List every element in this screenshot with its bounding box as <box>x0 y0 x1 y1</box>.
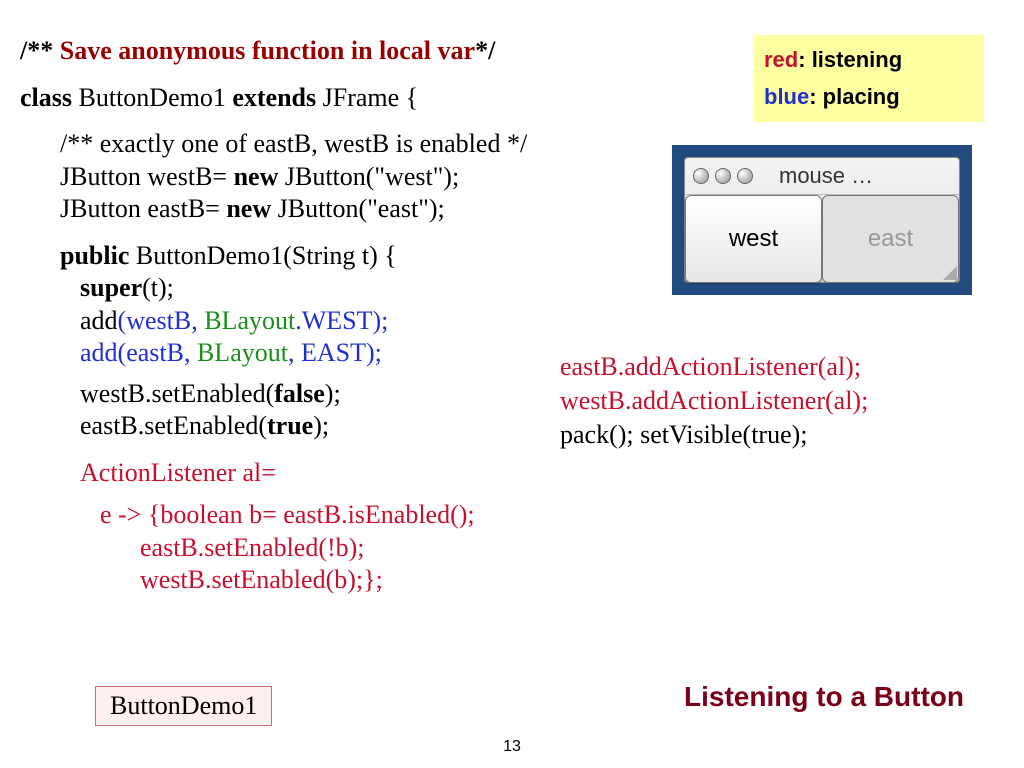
code-green: BLayout <box>204 306 295 335</box>
code-text: JButton westB= <box>60 162 234 191</box>
code-green: BLayout <box>197 338 288 367</box>
code-line: /** exactly one of eastB, westB is enabl… <box>60 128 1004 161</box>
title-pre: /** <box>20 36 60 65</box>
code-line: eastB.setEnabled(!b); <box>140 532 1004 565</box>
code-line: eastB.addActionListener(al); <box>560 350 868 384</box>
code-text: JFrame { <box>316 83 418 112</box>
kw-true: true <box>267 411 313 440</box>
code-text: JButton("east"); <box>271 194 445 223</box>
legend-red-val: : listening <box>798 47 902 72</box>
kw-extends: extends <box>232 83 316 112</box>
code-text: (t); <box>142 273 174 302</box>
code-line: pack(); setVisible(true); <box>560 418 868 452</box>
code-text: eastB.setEnabled( <box>80 411 267 440</box>
code-line: ActionListener al= <box>80 457 1004 490</box>
kw-new: new <box>226 194 271 223</box>
code-text: add <box>80 306 118 335</box>
code-text: ButtonDemo1 <box>72 83 232 112</box>
code-text: ButtonDemo1(String t) { <box>129 241 396 270</box>
code-line: add(westB, BLayout.WEST); <box>80 305 1004 338</box>
code-body: class ButtonDemo1 extends JFrame { /** e… <box>20 82 1004 597</box>
file-label: ButtonDemo1 <box>95 686 272 726</box>
code-text: westB.setEnabled( <box>80 379 274 408</box>
code-blue: , EAST); <box>288 338 382 367</box>
legend-red: red: listening <box>764 41 974 78</box>
footer-title: Listening to a Button <box>684 681 964 713</box>
right-code-block: eastB.addActionListener(al); westB.addAc… <box>560 350 868 451</box>
code-line: JButton eastB= new JButton("east"); <box>60 193 1004 226</box>
code-text: JButton eastB= <box>60 194 226 223</box>
code-line: super(t); <box>80 272 1004 305</box>
code-line: westB.setEnabled(b);}; <box>140 564 1004 597</box>
legend-red-key: red <box>764 47 798 72</box>
page-number: 13 <box>503 738 521 756</box>
code-line: JButton westB= new JButton("west"); <box>60 161 1004 194</box>
code-text: JButton("west"); <box>278 162 459 191</box>
title-main: Save anonymous function in local var <box>60 36 475 65</box>
title-post: */ <box>475 36 495 65</box>
code-line: class ButtonDemo1 extends JFrame { <box>20 82 1004 115</box>
kw-class: class <box>20 83 72 112</box>
code-line: e -> {boolean b= eastB.isEnabled(); <box>100 499 1004 532</box>
kw-super: super <box>80 273 142 302</box>
slide: /** Save anonymous function in local var… <box>0 0 1024 768</box>
kw-new: new <box>234 162 279 191</box>
code-text: ); <box>325 379 341 408</box>
code-blue: (westB, <box>118 306 205 335</box>
code-line: public ButtonDemo1(String t) { <box>60 240 1004 273</box>
kw-false: false <box>274 379 325 408</box>
code-text: ); <box>313 411 329 440</box>
kw-public: public <box>60 241 129 270</box>
code-blue: .WEST); <box>295 306 388 335</box>
code-line: westB.addActionListener(al); <box>560 384 868 418</box>
code-blue: add(eastB, <box>80 338 197 367</box>
